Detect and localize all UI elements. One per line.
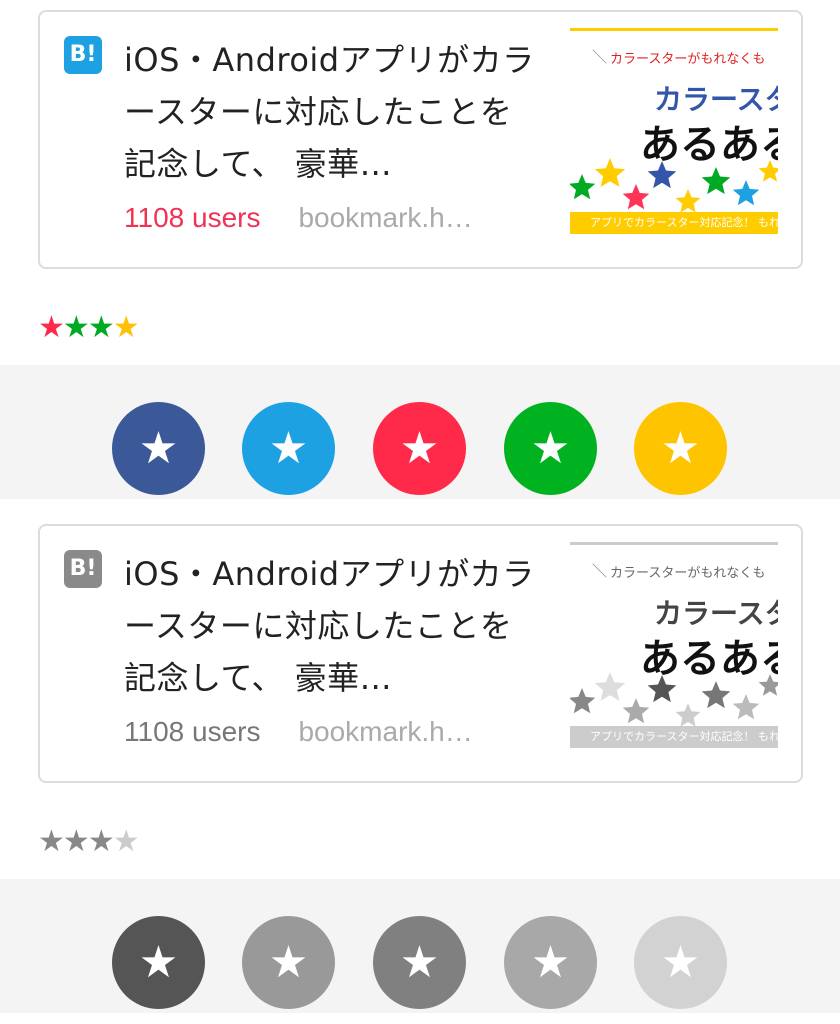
star-icon: ★ xyxy=(530,423,571,474)
thumbnail-star xyxy=(758,674,778,696)
thumbnail-star xyxy=(675,189,701,213)
thumbnail-star xyxy=(594,672,626,701)
add-star-button[interactable]: ★ xyxy=(112,916,205,1009)
add-star-button[interactable]: ★ xyxy=(112,402,205,495)
bookmark-users-count[interactable]: 1108 users xyxy=(124,202,260,233)
thumbnail-slash: ＼ xyxy=(592,562,608,580)
thumbnail-star xyxy=(647,161,677,189)
article-thumbnail[interactable]: ＼ カラースターがもれなくも カラースタ あるある アプリでカラースター対応記念… xyxy=(570,542,778,748)
star-icon: ★ xyxy=(138,423,179,474)
card-meta: 1108 users bookmark.h… xyxy=(124,198,473,238)
thumbnail-tagline: カラースターがもれなくも xyxy=(610,566,766,581)
thumbnail-stars-graphic xyxy=(570,158,778,213)
mini-star-icon: ★ xyxy=(87,310,115,345)
thumbnail-star xyxy=(622,698,650,724)
thumbnail-star xyxy=(570,688,596,714)
add-star-button[interactable]: ★ xyxy=(373,916,466,1009)
star-icon: ★ xyxy=(530,937,571,988)
star-icon: ★ xyxy=(660,937,701,988)
add-star-button[interactable]: ★ xyxy=(504,402,597,495)
thumbnail-slash: ＼ xyxy=(592,48,608,66)
bookmark-users-count[interactable]: 1108 users xyxy=(124,716,260,747)
mini-star-icon: ★ xyxy=(112,310,140,345)
thumbnail-footer: アプリでカラースター対応記念！ もれなくカラー xyxy=(570,726,778,748)
star-button-bar: ★ ★ ★ ★ ★ xyxy=(0,879,840,1013)
thumbnail-stars-graphic xyxy=(570,672,778,727)
add-star-button[interactable]: ★ xyxy=(504,916,597,1009)
mini-star-rating: ★★★★ xyxy=(38,824,140,860)
add-star-button[interactable]: ★ xyxy=(634,402,727,495)
thumbnail-star xyxy=(732,694,760,720)
add-star-button[interactable]: ★ xyxy=(373,402,466,495)
add-star-button[interactable]: ★ xyxy=(634,916,727,1009)
add-star-button[interactable]: ★ xyxy=(242,402,335,495)
thumbnail-top-line xyxy=(570,28,778,31)
card-title[interactable]: iOS・Androidアプリがカラースターに対応したことを記念して、 豪華… xyxy=(124,548,544,704)
thumbnail-star xyxy=(675,703,701,727)
star-icon: ★ xyxy=(268,423,309,474)
card-meta: 1108 users bookmark.h… xyxy=(124,712,473,752)
source-domain: bookmark.h… xyxy=(298,202,473,233)
thumbnail-tagline: カラースターがもれなくも xyxy=(610,52,766,67)
add-star-button[interactable]: ★ xyxy=(242,916,335,1009)
thumbnail-star xyxy=(732,180,760,206)
source-domain: bookmark.h… xyxy=(298,716,473,747)
bookmark-card[interactable]: B! iOS・Androidアプリがカラースターに対応したことを記念して、 豪華… xyxy=(38,10,803,269)
star-icon: ★ xyxy=(268,937,309,988)
thumbnail-star xyxy=(570,174,596,200)
mini-star-icon: ★ xyxy=(62,310,90,345)
mini-star-icon: ★ xyxy=(38,824,65,859)
star-icon: ★ xyxy=(660,423,701,474)
mini-star-icon: ★ xyxy=(87,824,115,859)
thumbnail-star xyxy=(622,184,650,210)
mini-star-rating: ★★★★ xyxy=(38,310,140,346)
thumbnail-star xyxy=(594,158,626,187)
star-button-bar: ★ ★ ★ ★ ★ xyxy=(0,365,840,499)
thumbnail-star xyxy=(701,681,731,709)
thumbnail-star xyxy=(647,675,677,703)
thumbnail-footer: アプリでカラースター対応記念！ もれなくカラー xyxy=(570,212,778,234)
card-title[interactable]: iOS・Androidアプリがカラースターに対応したことを記念して、 豪華… xyxy=(124,34,544,190)
thumbnail-star xyxy=(701,167,731,195)
article-thumbnail[interactable]: ＼ カラースターがもれなくも カラースタ あるある アプリでカラースター対応記念… xyxy=(570,28,778,234)
mini-star-icon: ★ xyxy=(62,824,90,859)
bookmark-card[interactable]: B! iOS・Androidアプリがカラースターに対応したことを記念して、 豪華… xyxy=(38,524,803,783)
star-icon: ★ xyxy=(138,937,179,988)
mini-star-icon: ★ xyxy=(38,310,65,345)
hatena-bookmark-logo-icon: B! xyxy=(64,550,102,588)
thumbnail-star xyxy=(758,160,778,182)
thumbnail-top-line xyxy=(570,542,778,545)
star-icon: ★ xyxy=(399,423,440,474)
hatena-bookmark-logo-icon: B! xyxy=(64,36,102,74)
mini-star-icon: ★ xyxy=(112,824,140,859)
star-icon: ★ xyxy=(399,937,440,988)
